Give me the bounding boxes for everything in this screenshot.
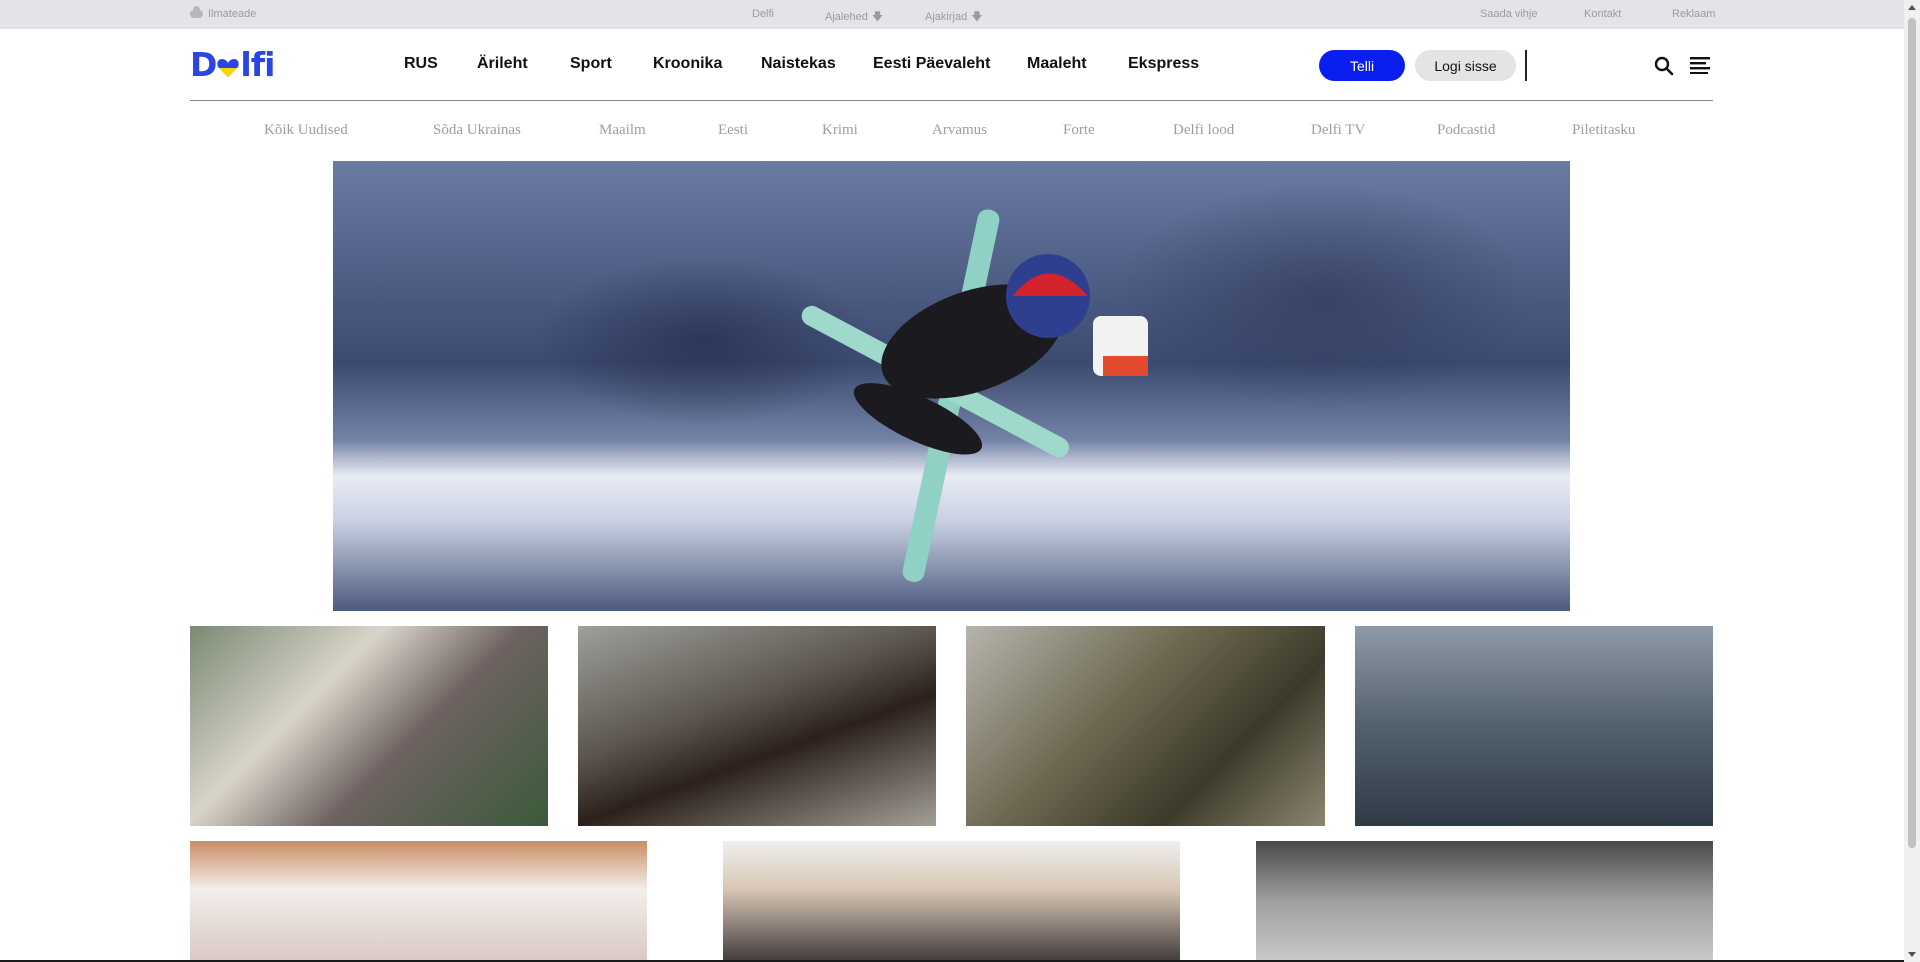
cloud-icon [190,6,203,18]
delfi-logo[interactable]: D lfi [190,45,275,84]
category-forte[interactable]: Forte [1063,122,1095,139]
scroll-down-icon[interactable] [1908,952,1916,957]
article-image-football[interactable] [190,626,548,826]
nav-item-arileht[interactable]: Ärileht [477,55,528,73]
telli-button[interactable]: Telli [1319,50,1405,81]
delfi-link[interactable]: Delfi [752,8,774,20]
menu-icon[interactable] [1690,56,1710,74]
scroll-thumb[interactable] [1908,18,1916,848]
nav-item-ekspress[interactable]: Ekspress [1128,55,1199,73]
ajalehed-label: Ajalehed [825,11,868,23]
login-button[interactable]: Logi sisse [1415,50,1516,81]
article-image-soldier[interactable] [966,626,1325,826]
category-krimi[interactable]: Krimi [822,122,858,139]
category-arvamus[interactable]: Arvamus [932,122,987,139]
category-delfi-tv[interactable]: Delfi TV [1311,122,1365,139]
nav-item-naistekas[interactable]: Naistekas [761,55,836,73]
nav-item-sport[interactable]: Sport [570,55,612,73]
nav-item-maaleht[interactable]: Maaleht [1027,55,1087,73]
logo-text-d: D [190,45,217,84]
category-koik-uudised[interactable]: Kõik Uudised [264,122,348,139]
top-utility-bar: Ilmateade Delfi Ajalehed 🡇 Ajakirjad 🡇 Saa… [0,0,1904,29]
ajakirjad-dropdown[interactable]: Ajakirjad 🡇 [925,8,983,27]
nav-item-eesti-paevaleht[interactable]: Eesti Päevaleht [873,55,990,73]
ajalehed-dropdown[interactable]: Ajalehed 🡇 [825,8,883,27]
reklaam-link[interactable]: Reklaam [1672,8,1715,20]
article-image-dog[interactable] [578,626,936,826]
category-podcastid[interactable]: Podcastid [1437,122,1495,139]
header-divider [1525,50,1527,81]
category-eesti[interactable]: Eesti [718,122,748,139]
arrow-down-icon: 🡇 [871,11,884,23]
category-delfi-lood[interactable]: Delfi lood [1173,122,1234,139]
skier-illustration [801,209,1148,582]
article-image-poultry[interactable] [190,841,647,962]
category-soda-ukrainas[interactable]: Sõda Ukrainas [433,122,521,139]
search-icon[interactable] [1654,56,1674,76]
ajakirjad-label: Ajakirjad [925,11,968,23]
logo-text-lfi: lfi [240,45,275,84]
kontakt-link[interactable]: Kontakt [1584,8,1621,20]
category-maailm[interactable]: Maailm [599,122,646,139]
vertical-scrollbar[interactable] [1904,0,1920,962]
site-header: D lfi RUS Ärileht Sport Kroonika Naistek… [190,29,1713,101]
saada-vihje-link[interactable]: Saada vihje [1480,8,1538,20]
nav-item-kroonika[interactable]: Kroonika [653,55,722,73]
article-image-bw-animal[interactable] [1256,841,1713,962]
category-nav: Kõik Uudised Sõda Ukrainas Maailm Eesti … [0,122,1920,142]
nav-item-rus[interactable]: RUS [404,55,438,73]
weather-label: Ilmateade [208,8,257,20]
arrow-down-icon: 🡇 [971,11,983,23]
category-piletitasku[interactable]: Piletitasku [1572,122,1635,139]
article-image-rally-drivers[interactable] [723,841,1180,962]
scroll-up-icon[interactable] [1908,5,1916,10]
article-image-building[interactable] [1355,626,1713,826]
hero-article-image[interactable] [333,161,1570,611]
heart-icon [217,59,240,77]
weather-link[interactable]: Ilmateade [190,6,257,20]
